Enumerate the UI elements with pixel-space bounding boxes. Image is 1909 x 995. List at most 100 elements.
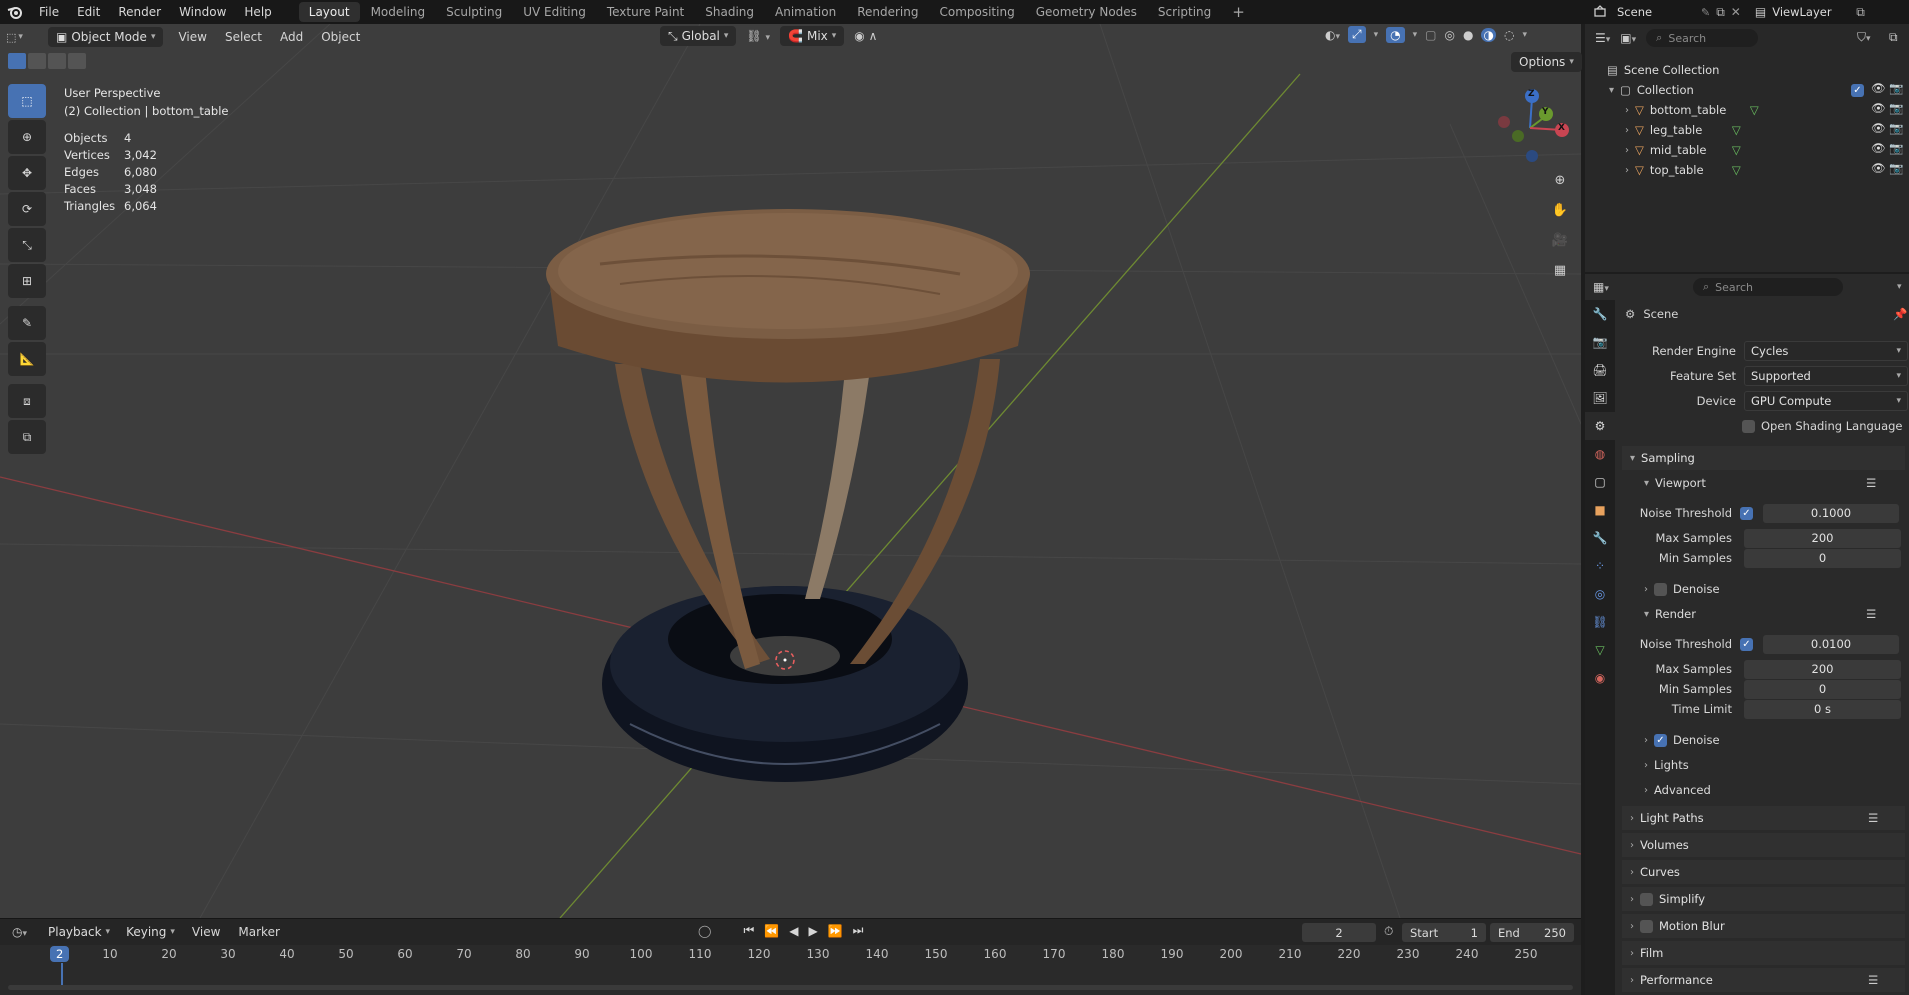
simplify-checkbox[interactable] (1640, 892, 1653, 906)
outliner-item-top-table[interactable]: › ▽ top_table ▽ 👁 📷 (1625, 160, 1903, 180)
material-shading-icon[interactable]: ◑ (1481, 27, 1496, 42)
delete-scene-icon[interactable]: ✕ (1731, 5, 1741, 19)
visibility-eye-icon[interactable]: 👁 (1871, 81, 1886, 95)
presets-list-icon[interactable]: ☰ (1866, 476, 1876, 490)
select-intersect-icon[interactable] (68, 53, 86, 69)
menu-object[interactable]: Object (312, 26, 369, 48)
mesh-data-icon[interactable]: ▽ (1750, 103, 1759, 117)
tab-scripting[interactable]: Scripting (1148, 2, 1221, 22)
tab-modeling[interactable]: Modeling (361, 2, 436, 22)
expand-chevron-icon[interactable]: › (1625, 125, 1629, 136)
expand-chevron-icon[interactable]: › (1625, 165, 1629, 176)
vp-denoise-checkbox[interactable] (1654, 582, 1667, 596)
mesh-data-icon[interactable]: ▽ (1732, 163, 1741, 177)
data-tab-icon[interactable]: ▽ (1585, 636, 1615, 664)
zoom-icon[interactable]: ⊕ (1548, 168, 1572, 192)
expand-chevron-icon[interactable]: › (1625, 105, 1629, 116)
material-tab-icon[interactable]: ◉ (1585, 664, 1615, 692)
presets-list-icon[interactable]: ☰ (1868, 973, 1878, 987)
new-viewlayer-icon[interactable]: ⧉ (1856, 5, 1865, 20)
ortho-grid-icon[interactable]: ▦ (1548, 258, 1572, 282)
add-object-tool[interactable]: ⧉ (8, 420, 46, 454)
3d-viewport[interactable] (0, 24, 1581, 918)
select-box-tool[interactable]: ⬚ (8, 84, 46, 118)
viewlayer-name[interactable]: ViewLayer (1772, 5, 1850, 19)
blender-logo-icon[interactable] (0, 5, 30, 19)
add-cube-tool[interactable]: ⧈ (8, 384, 46, 418)
scene-collection-row[interactable]: ▤ Scene Collection (1607, 60, 1719, 80)
sampling-panel-header[interactable]: ▾ Sampling (1622, 446, 1905, 470)
move-tool[interactable]: ✥ (8, 156, 46, 190)
menu-add[interactable]: Add (271, 26, 312, 48)
render-engine-select[interactable]: Cycles ▾ (1744, 341, 1908, 361)
visibility-eye-icon[interactable]: 👁 (1871, 121, 1886, 135)
r-noise-checkbox[interactable]: ✓ (1740, 637, 1753, 651)
visibility-eye-icon[interactable]: 👁 (1871, 161, 1886, 175)
scene-name[interactable]: Scene (1617, 5, 1695, 19)
render-camera-icon[interactable]: 📷 (1889, 141, 1903, 155)
tab-layout[interactable]: Layout (298, 2, 360, 22)
rotate-tool[interactable]: ⟳ (8, 192, 46, 226)
outliner-item-leg-table[interactable]: › ▽ leg_table ▽ 👁 📷 (1625, 120, 1903, 140)
cursor-tool[interactable]: ⊕ (8, 120, 46, 154)
playback-menu[interactable]: Playback ▾ (40, 922, 118, 942)
properties-search-input[interactable]: ⌕ Search (1693, 278, 1843, 296)
r-min-field[interactable]: 0 (1744, 679, 1901, 699)
prev-keyframe-icon[interactable]: ⏪ (764, 924, 779, 938)
collection-tab-icon[interactable]: ▢ (1585, 468, 1615, 496)
collection-row[interactable]: ▾ ▢ Collection ✓ 👁 📷 (1609, 80, 1903, 100)
render-camera-icon[interactable]: 📷 (1889, 121, 1903, 135)
vp-denoise-subpanel[interactable]: › Denoise (1636, 578, 1905, 600)
constraints-tab-icon[interactable]: ⛓ (1585, 608, 1615, 636)
menu-render[interactable]: Render (109, 0, 170, 24)
expand-chevron-icon[interactable]: › (1625, 145, 1629, 156)
display-mode-icon[interactable]: ▣▾ (1620, 31, 1636, 45)
menu-edit[interactable]: Edit (68, 0, 109, 24)
visibility-eye-icon[interactable]: 👁 (1871, 101, 1886, 115)
visibility-eye-icon[interactable]: 👁 (1871, 141, 1886, 155)
tab-animation[interactable]: Animation (765, 2, 846, 22)
proportional-edit-icon[interactable]: ◉ ∧ (854, 29, 877, 43)
transform-tool[interactable]: ⊞ (8, 264, 46, 298)
render-camera-icon[interactable]: 📷 (1889, 81, 1903, 95)
object-tab-icon[interactable]: ■ (1585, 496, 1615, 524)
properties-editor-icon[interactable]: ▦▾ (1593, 280, 1609, 294)
performance-panel[interactable]: › Performance ☰ (1622, 968, 1905, 992)
outliner-search-input[interactable]: ⌕ Search (1646, 29, 1759, 47)
filter-icon[interactable]: ⛉▾ (1857, 30, 1871, 45)
render-camera-icon[interactable]: 📷 (1889, 161, 1903, 175)
start-frame-field[interactable]: Start 1 (1402, 923, 1486, 942)
select-subtract-icon[interactable] (48, 53, 66, 69)
jump-start-icon[interactable]: ⏮ (743, 923, 754, 938)
motion-blur-checkbox[interactable] (1640, 919, 1653, 933)
pivot-icon[interactable]: ⛓ ▾ (746, 29, 770, 43)
vp-noise-checkbox[interactable]: ✓ (1740, 506, 1753, 520)
film-panel[interactable]: › Film (1622, 941, 1905, 965)
device-select[interactable]: GPU Compute ▾ (1744, 391, 1908, 411)
xray-icon[interactable]: ▢ (1425, 28, 1436, 42)
timeline-scrollbar[interactable] (8, 985, 1573, 990)
gizmo-toggle-icon[interactable]: ⤢ (1348, 26, 1366, 43)
editor-type-icon[interactable]: ⬚ ▾ (6, 31, 36, 44)
wireframe-shading-icon[interactable]: ◎ (1445, 28, 1455, 42)
navigation-gizmo[interactable]: Z Y X (1490, 84, 1570, 164)
render-subpanel-header[interactable]: ▾ Render ☰ (1636, 603, 1905, 625)
visibility-icon[interactable]: ◐▾ (1325, 28, 1340, 42)
current-frame-field[interactable]: 2 (1302, 923, 1376, 942)
measure-tool[interactable]: 📐 (8, 342, 46, 376)
snap-select[interactable]: 🧲 Mix ▾ (780, 26, 845, 46)
volumes-panel[interactable]: › Volumes (1622, 833, 1905, 857)
render-camera-icon[interactable]: 📷 (1889, 101, 1903, 115)
tool-tab-icon[interactable]: 🔧 (1585, 300, 1615, 328)
pin-icon[interactable]: ✎ (1701, 6, 1710, 19)
frame-ruler[interactable]: 2 10 20 30 40 50 60 70 80 90 100 110 120 130 140 150 16… (0, 946, 1581, 987)
r-denoise-subpanel[interactable]: › ✓ Denoise (1636, 729, 1905, 751)
viewport-subpanel-header[interactable]: ▾ Viewport ☰ (1636, 472, 1905, 494)
tab-texture-paint[interactable]: Texture Paint (597, 2, 694, 22)
vp-min-field[interactable]: 0 (1744, 548, 1901, 568)
menu-view[interactable]: View (169, 26, 215, 48)
new-scene-icon[interactable]: ⧉ (1716, 5, 1725, 20)
view-layer-tab-icon[interactable]: 🖼 (1585, 384, 1615, 412)
feature-set-select[interactable]: Supported ▾ (1744, 366, 1908, 386)
jump-end-icon[interactable]: ⏭ (853, 923, 864, 938)
